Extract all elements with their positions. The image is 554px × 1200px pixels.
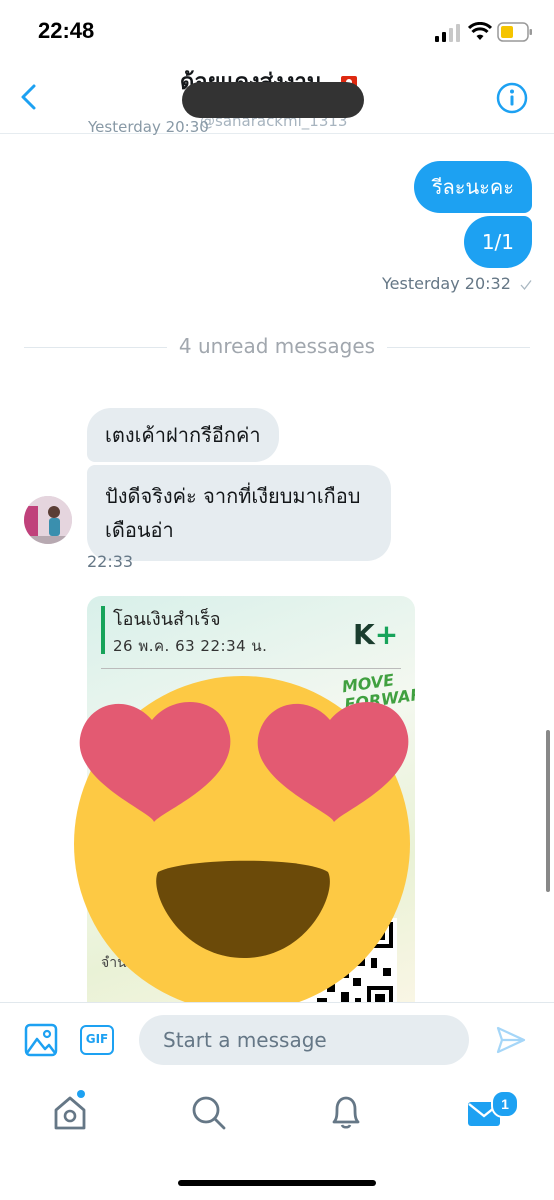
slip-accent-bar <box>101 606 105 654</box>
incoming-message[interactable]: ปังดีจริงค่ะ จากที่เงียบมาเกือบเดือนอ่า <box>87 465 391 561</box>
info-icon[interactable] <box>496 82 528 114</box>
avatar[interactable] <box>24 496 72 544</box>
send-icon[interactable] <box>495 1024 527 1056</box>
unread-divider: 4 unread messages <box>0 334 554 358</box>
redaction-mask <box>182 82 364 118</box>
outgoing-timestamp: Yesterday 20:32 <box>382 274 532 293</box>
outgoing-message[interactable]: 1/1 <box>463 216 532 268</box>
home-icon[interactable] <box>50 1092 90 1132</box>
slip-title: โอนเงินสำเร็จ <box>113 609 221 630</box>
incoming-message[interactable]: เตงเค้าฝากรีอีกค่า <box>87 408 279 462</box>
previous-timestamp: Yesterday 20:30 <box>88 118 209 136</box>
slip-divider <box>101 668 401 669</box>
sent-check-icon <box>520 279 532 290</box>
search-icon[interactable] <box>188 1092 228 1132</box>
cellular-signal-icon <box>435 24 460 42</box>
home-indicator <box>178 1180 376 1186</box>
gif-button[interactable]: GIF <box>80 1025 114 1055</box>
outgoing-message[interactable]: รีละนะคะ <box>413 161 532 213</box>
message-input[interactable] <box>139 1015 469 1065</box>
wifi-icon <box>468 22 492 40</box>
bank-logo: K+ <box>353 618 399 651</box>
bell-icon[interactable] <box>326 1092 366 1132</box>
incoming-timestamp: 22:33 <box>87 552 134 571</box>
battery-icon <box>497 22 532 42</box>
status-time: 22:48 <box>38 18 95 43</box>
heart-eyes-emoji-icon <box>74 676 410 1012</box>
image-icon[interactable] <box>24 1023 58 1057</box>
messages-badge: 1 <box>491 1090 519 1118</box>
back-chevron-icon[interactable] <box>16 82 42 112</box>
scrollbar[interactable] <box>546 730 550 892</box>
slip-date: 26 พ.ค. 63 22:34 น. <box>113 637 268 655</box>
home-notification-dot <box>77 1090 85 1098</box>
